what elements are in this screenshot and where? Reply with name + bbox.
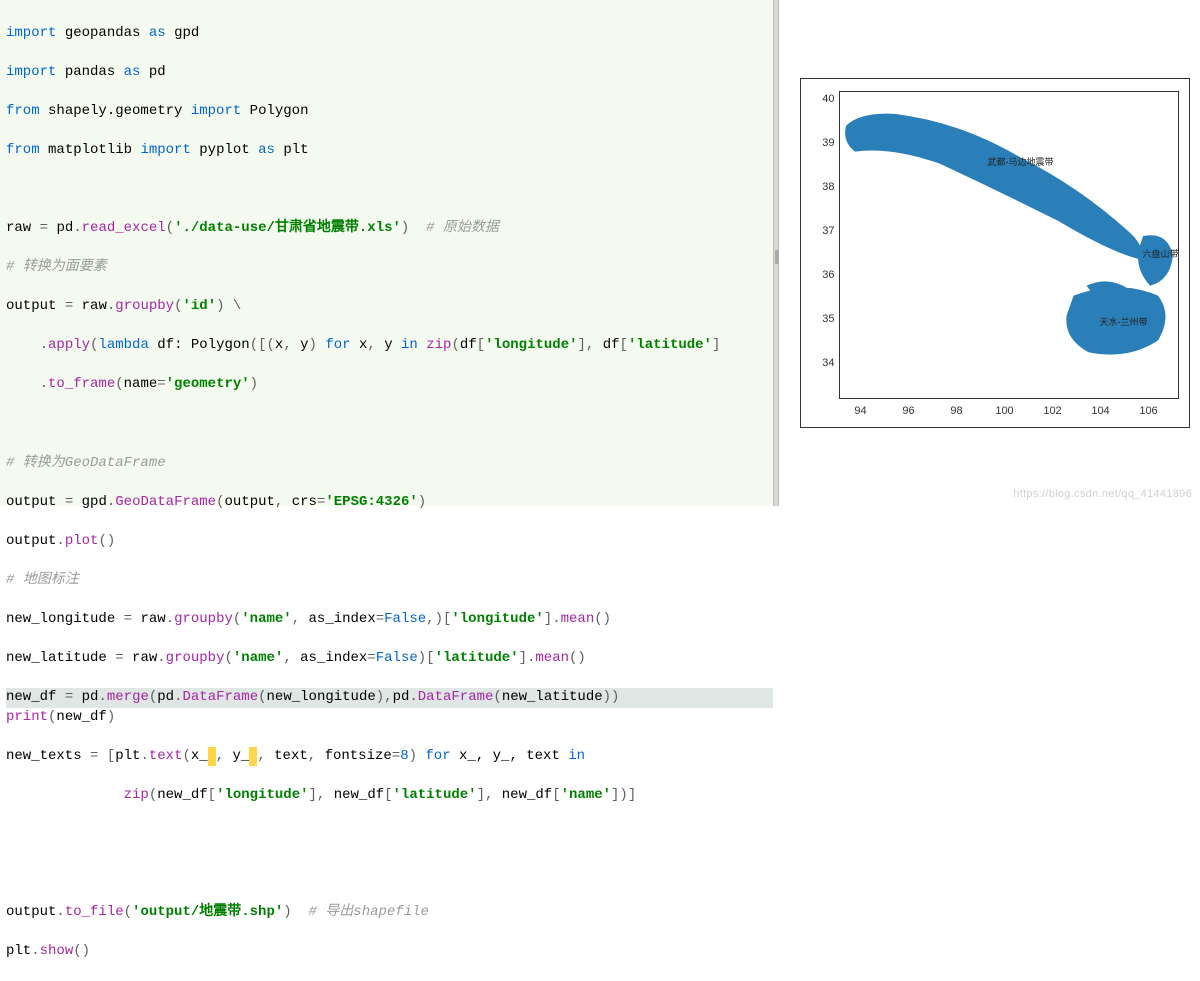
map-polygons xyxy=(840,92,1178,398)
plot-axes: 武都-马边地震带 六盘山带 天水-兰州带 xyxy=(839,91,1179,399)
xtick: 104 xyxy=(1091,405,1109,417)
ytick: 39 xyxy=(815,137,835,149)
ytick: 35 xyxy=(815,313,835,325)
ytick: 37 xyxy=(815,225,835,237)
plot-pane: 武都-马边地震带 六盘山带 天水-兰州带 40 39 38 37 36 35 3… xyxy=(779,0,1200,506)
ytick: 38 xyxy=(815,181,835,193)
ytick: 34 xyxy=(815,357,835,369)
xtick: 102 xyxy=(1043,405,1061,417)
xtick: 96 xyxy=(902,405,914,417)
map-label: 天水-兰州带 xyxy=(1100,315,1148,328)
xtick: 94 xyxy=(854,405,866,417)
matplotlib-figure: 武都-马边地震带 六盘山带 天水-兰州带 40 39 38 37 36 35 3… xyxy=(800,78,1190,428)
map-label: 武都-马边地震带 xyxy=(988,155,1054,168)
xtick: 98 xyxy=(950,405,962,417)
xtick: 100 xyxy=(995,405,1013,417)
code-editor: import geopandas as gpd import pandas as… xyxy=(0,0,773,506)
ytick: 40 xyxy=(815,93,835,105)
watermark: https://blog.csdn.net/qq_41441896 xyxy=(1013,488,1192,500)
cursor xyxy=(208,747,216,767)
ytick: 36 xyxy=(815,269,835,281)
xtick: 106 xyxy=(1139,405,1157,417)
code-line: import geopandas as gpd xyxy=(6,24,773,44)
map-label: 六盘山带 xyxy=(1143,247,1179,260)
